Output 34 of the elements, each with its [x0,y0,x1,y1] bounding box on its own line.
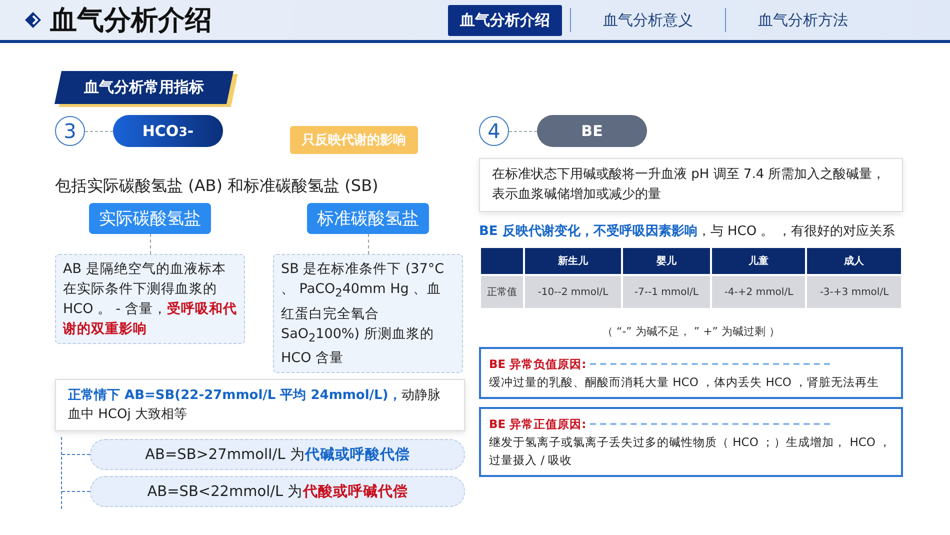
be-statement: BE 反映代谢变化，不受呼吸因素影响，与 HCO 。 ，有很好的对应关系 [479,222,896,240]
table-cell: 正常值 [481,276,524,308]
case-pill: AB=SB>27mmolI/L 为代碱或呼酸代偿 [90,439,465,470]
step-number: 3 [55,116,85,146]
topic-pill: BE [537,115,647,147]
cause-text: 继发于氢离子或氯离子丢失过多的碱性物质（ HCO ；）生成增加， HCO ，过量摄入 / 吸收 [489,434,892,469]
diamond-icon [24,11,42,29]
nav-tab[interactable]: 血气分析介绍 [448,4,562,36]
branch-label: 标准碳酸氢盐 [307,203,429,234]
table-cell: -10--2 mmol/L [525,276,621,308]
cause-title: BE 异常负值原因: [489,356,586,373]
table-header: 婴儿 [622,248,710,274]
table-cell: -3-+3 mmol/L [807,276,901,308]
table-cell: -7--1 mmol/L [622,276,710,308]
table-cell: -4-+2 mmol/L [712,276,806,308]
normal-range-note: 正常情下 AB=SB(22-27mmol/L 平均 24mmol/L)，动静脉血中 HCOj 大致相等 [55,379,465,432]
page-title: 血气分析介绍 [50,4,212,38]
definition-text: 在标准状态下用碱或酸将一升血液 pH 调至 7.4 所需加入之酸碱量，表示血浆碱储增加或减少的量 [479,158,903,212]
table-note: （ “-” 为碱不足， ” +” 为碱过剩 ） [601,324,781,339]
cause-text: 缓冲过量的乳酸、酮酸而消耗大量 HCO ，体内丢失 HCO ，肾脏无法再生 [489,374,880,391]
branch-description: AB 是隔绝空气的血液标本在实际条件下测得血浆的 HCO 。 - 含量，受呼吸和代谢的双重影响 [55,254,245,344]
step-number: 4 [479,116,509,146]
intro-text: 包括实际碳酸氢盐 (AB) 和标准碳酸氢盐 (SB) [55,176,380,197]
nav-tab[interactable]: 血气分析意义 [591,4,705,36]
cause-title: BE 异常正值原因: [489,416,586,433]
branch-description: SB 是在标准条件下 (37°C 、 PaCO$_{2}$40mm Hg 、血红蛋白完全氧合 SaO$_{2}$100%) 所测血浆的 HCO 含量 [273,254,463,374]
table-header: 儿童 [712,248,806,274]
callout-bubble: 只反映代谢的影响 [290,126,418,154]
section-tag: 血气分析常用指标 [54,71,234,104]
table-header: 成人 [807,248,901,274]
branch-label: 实际碳酸氢盐 [89,203,211,234]
nav-tab[interactable]: 血气分析方法 [746,4,860,36]
table-header: 新生儿 [525,248,621,274]
case-pill: AB=SB<22mmol/L 为代酸或呼碱代偿 [90,476,465,508]
